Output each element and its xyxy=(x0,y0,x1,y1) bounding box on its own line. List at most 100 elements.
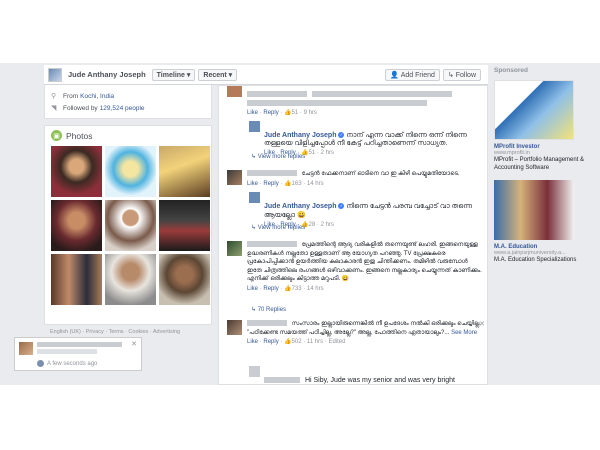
ad-image-education[interactable] xyxy=(494,180,574,240)
header-actions: 👤 Add Friend ↳ Follow xyxy=(385,68,484,81)
commenter-avatar[interactable] xyxy=(227,320,242,335)
replier-name[interactable]: Jude Anthany Joseph xyxy=(264,132,336,139)
comment-age[interactable]: 14 hrs xyxy=(307,181,324,187)
notification-time: A few seconds ago xyxy=(37,360,97,367)
photo-thumbnail[interactable] xyxy=(51,200,102,251)
like-link[interactable]: Like xyxy=(247,181,258,187)
photo-thumbnail[interactable] xyxy=(105,254,156,305)
see-more-link[interactable]: See More xyxy=(451,330,477,336)
from-label: From xyxy=(63,92,79,100)
like-count[interactable]: 28 xyxy=(309,222,316,228)
profile-name[interactable]: Jude Anthany Joseph xyxy=(68,70,146,79)
blurred-text xyxy=(247,320,287,327)
view-more-label: View more replies xyxy=(257,225,306,231)
reply-age[interactable]: 2 hrs xyxy=(321,222,334,228)
close-icon[interactable]: ✕ xyxy=(131,340,137,348)
reply-body: Hi Siby, Jude was my senior and was very… xyxy=(264,377,479,384)
photo-thumbnail[interactable] xyxy=(159,200,210,251)
photos-box: ▣ Photos xyxy=(44,125,212,325)
like-count[interactable]: 502 xyxy=(292,339,302,345)
comment-item: ചേട്ടൻ ഫേക്കനാണ് ഓടിനെ വാ ഇ കിഴി പെയ്യുമ… xyxy=(227,170,483,188)
comment-text: ചേട്ടൻ ഫേക്കനാണ് ഓടിനെ വാ ഇ കിഴി പെയ്യുമ… xyxy=(301,171,460,177)
close-icon[interactable]: ✕ xyxy=(479,320,485,328)
like-count[interactable]: 163 xyxy=(292,181,302,187)
edited-label[interactable]: Edited xyxy=(328,339,345,345)
like-count[interactable]: 733 xyxy=(292,286,302,292)
like-link[interactable]: Like xyxy=(247,110,258,116)
replier-avatar[interactable] xyxy=(249,121,260,132)
replier-avatar[interactable] xyxy=(249,192,260,203)
add-friend-button[interactable]: 👤 Add Friend xyxy=(385,68,440,81)
profile-avatar[interactable] xyxy=(48,67,62,82)
blurred-text xyxy=(247,170,297,177)
reply-item: Jude Anthany Joseph ✓ നാന് എന്ന വാക്ക് ന… xyxy=(249,121,479,156)
commenter-avatar[interactable] xyxy=(227,86,242,97)
ad-desc-education: M.A. Education Specializations xyxy=(494,257,577,263)
like-link[interactable]: Like xyxy=(247,339,258,345)
reply-link[interactable]: Reply xyxy=(263,181,278,187)
blurred-text xyxy=(247,99,427,106)
reply-link[interactable]: Reply xyxy=(263,110,278,116)
blurred-text xyxy=(247,91,307,98)
comments-feed: Like · Reply · 👍51 · 9 hrs Jude Anthany … xyxy=(218,85,488,385)
followers-row: ◥ Followed by 129,524 people xyxy=(51,104,205,113)
intro-box: ⚲ From Kochi, India ◥ Followed by 129,52… xyxy=(44,85,212,119)
commenter-avatar[interactable] xyxy=(227,170,242,185)
view-replies-link[interactable]: ↳ 70 Replies xyxy=(251,306,286,313)
photo-thumbnail[interactable] xyxy=(105,200,156,251)
view-more-replies-link[interactable]: ↳ View more replies xyxy=(251,153,305,160)
comment-actions: Like · Reply · 👍733 · 14 hrs xyxy=(247,285,324,292)
timeline-button[interactable]: Timeline ▾ xyxy=(151,68,196,81)
photo-thumbnail[interactable] xyxy=(159,254,210,305)
comment-body: ചേട്ടൻ ഫേക്കനാണ് ഓടിനെ വാ ഇ കിഴി പെയ്യുമ… xyxy=(247,170,483,188)
like-link[interactable]: Like xyxy=(247,286,258,292)
photo-thumbnail[interactable] xyxy=(51,146,102,197)
sponsored-heading: Sponsored xyxy=(494,67,528,74)
photo-thumbnail[interactable] xyxy=(105,146,156,197)
reply-link[interactable]: Reply xyxy=(263,286,278,292)
replies-count-label: 70 Replies xyxy=(257,307,287,313)
comment-body: Like · Reply · 👍51 · 9 hrs xyxy=(247,88,483,118)
comment-age[interactable]: 14 hrs xyxy=(307,286,324,292)
thumbs-up-icon: 👍 xyxy=(284,180,292,187)
photos-header: ▣ Photos xyxy=(51,130,205,141)
sponsored-column: Sponsored MProfit Investor www.mprofit.i… xyxy=(494,67,594,264)
notification-thumbnail xyxy=(19,342,33,355)
from-value-link[interactable]: Kochi, India xyxy=(80,93,114,100)
footer-links[interactable]: English (UK) · Privacy · Terms · Cookies… xyxy=(50,329,180,335)
commenter-avatar[interactable] xyxy=(227,241,242,256)
comment-actions: Like · Reply · 👍502 · 11 hrs · Edited xyxy=(247,339,346,345)
photo-thumbnail[interactable] xyxy=(159,146,210,197)
comment-age[interactable]: 11 hrs xyxy=(307,339,323,345)
like-count[interactable]: 51 xyxy=(309,150,316,156)
ad-desc-mprofit: MProfit – Portfolio Management & Account… xyxy=(494,157,585,171)
followed-label: Followed by xyxy=(63,104,98,112)
like-count[interactable]: 51 xyxy=(292,110,299,116)
comment-age[interactable]: 9 hrs xyxy=(304,110,317,116)
follow-button[interactable]: ↳ Follow xyxy=(442,68,481,81)
verified-icon: ✓ xyxy=(338,132,345,139)
thumbs-up-icon: 👍 xyxy=(284,339,292,345)
add-friend-label: Add Friend xyxy=(400,71,435,79)
view-more-replies-link[interactable]: ↳ View more replies xyxy=(251,224,305,231)
replier-avatar[interactable] xyxy=(249,366,260,377)
facebook-profile-screen: Jude Anthany Joseph Timeline ▾ Recent ▾ … xyxy=(0,63,600,385)
photo-grid xyxy=(51,146,210,305)
location-pin-icon: ⚲ xyxy=(51,93,57,100)
comment-body: സംസാരം ഇല്ലായിരുന്നെങ്കിൽ നീ ഉപദേശം നൽകി… xyxy=(247,320,483,347)
photos-title[interactable]: Photos xyxy=(66,131,92,141)
photo-thumbnail[interactable] xyxy=(51,254,102,305)
replier-name[interactable]: Jude Anthany Joseph xyxy=(264,203,336,210)
reply-age[interactable]: 2 hrs xyxy=(321,150,334,156)
comment-body: പ്രേമത്തിന്റെ ആദ്യ വരികളിൽ തന്നെയുണ്ട് ല… xyxy=(247,241,483,293)
followers-count-link[interactable]: 129,524 people xyxy=(100,105,145,112)
reply-item: Hi Siby, Jude was my senior and was very… xyxy=(249,366,479,384)
profile-header-bar: Jude Anthany Joseph Timeline ▾ Recent ▾ … xyxy=(44,65,488,85)
recent-button[interactable]: Recent ▾ xyxy=(198,68,238,81)
ad-image-mprofit[interactable] xyxy=(494,80,574,140)
left-column: ⚲ From Kochi, India ◥ Followed by 129,52… xyxy=(44,85,212,325)
comment-actions: Like · Reply · 👍51 · 9 hrs xyxy=(247,110,317,116)
comment-item: പ്രേമത്തിന്റെ ആദ്യ വരികളിൽ തന്നെയുണ്ട് ല… xyxy=(227,241,483,293)
notification-popup[interactable]: A few seconds ago ✕ xyxy=(14,337,142,371)
reply-link[interactable]: Reply xyxy=(263,339,278,345)
